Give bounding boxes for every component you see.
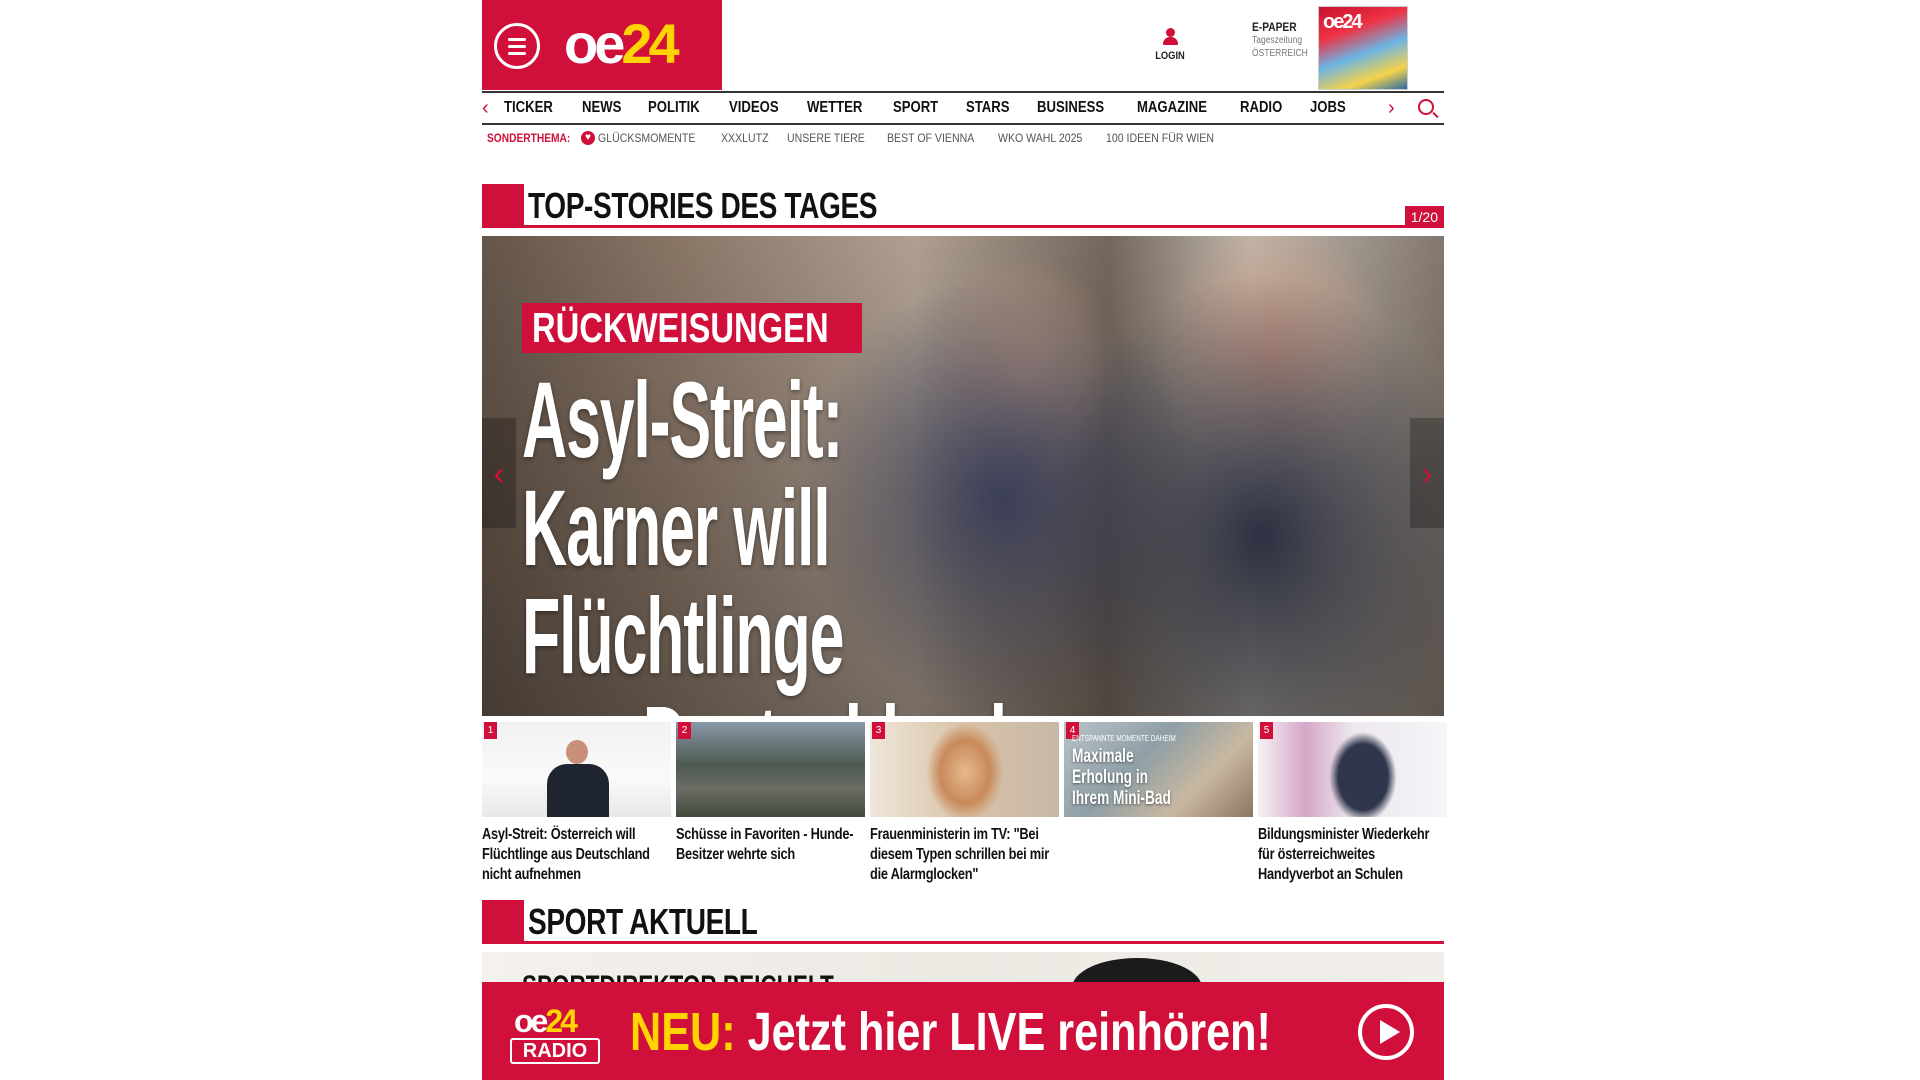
nav-item-magazine[interactable]: MAGAZINE bbox=[1137, 99, 1207, 117]
subnav-label: SONDERTHEMA: bbox=[487, 131, 571, 145]
teaser-number: 1 bbox=[484, 722, 497, 739]
epaper-cover-logo: oe24 bbox=[1323, 11, 1363, 33]
teaser-overlay-kicker: ENTSPANNTE MOMENTE DAHEIM bbox=[1072, 734, 1176, 743]
story-teaser[interactable]: 4 ENTSPANNTE MOMENTE DAHEIM Maximale Erhol… bbox=[1064, 722, 1253, 882]
nav-item-ticker[interactable]: TICKER bbox=[504, 99, 553, 117]
top-stories-teasers: 1 Asyl-Streit: Österreich will Flüchtling… bbox=[482, 722, 1447, 883]
teaser-image: 2 bbox=[676, 722, 865, 817]
slider-prev-icon[interactable]: ‹ bbox=[482, 418, 516, 528]
nav-item-politik[interactable]: POLITIK bbox=[648, 99, 700, 117]
hero-headline[interactable]: Asyl-Streit: Karner will Flüchtlinge aus… bbox=[522, 359, 1102, 717]
subnav-item[interactable]: WKO WAHL 2025 bbox=[998, 131, 1082, 145]
hero-story[interactable]: RÜCKWEISUNGEN Asyl-Streit: Karner will F… bbox=[482, 236, 1444, 716]
radio-logo-sub: RADIO bbox=[510, 1038, 600, 1064]
story-teaser[interactable]: 1 Asyl-Streit: Österreich will Flüchtling… bbox=[482, 722, 671, 883]
menu-icon[interactable] bbox=[494, 23, 540, 69]
teaser-overlay-title: Maximale Erholung in Ihrem Mini-Bad bbox=[1072, 746, 1171, 809]
radio-logo: oe24 RADIO bbox=[510, 1004, 602, 1068]
teaser-number: 5 bbox=[1260, 722, 1273, 739]
site-logo[interactable]: oe24 bbox=[564, 14, 680, 74]
story-teaser[interactable]: 3 Frauenministerin im TV: "Bei diesem Typ… bbox=[870, 722, 1059, 883]
teaser-image: 4 ENTSPANNTE MOMENTE DAHEIM Maximale Erhol… bbox=[1064, 722, 1253, 817]
user-icon bbox=[1163, 28, 1178, 46]
search-icon[interactable] bbox=[1418, 99, 1434, 115]
login-button[interactable]: LOGIN bbox=[1150, 28, 1190, 62]
logo-area: oe24 bbox=[482, 0, 722, 90]
top-stories-heading: TOP-STORIES DES TAGES 1/20 bbox=[482, 184, 1444, 228]
teaser-caption: Asyl-Streit: Österreich will Flüchtlinge… bbox=[482, 826, 650, 883]
radio-logo-text: oe24 bbox=[514, 1003, 578, 1039]
story-teaser[interactable]: 2 Schüsse in Favoriten - Hunde-Besitzer w… bbox=[676, 722, 865, 882]
heading-block bbox=[482, 900, 524, 944]
sub-nav: SONDERTHEMA: ♥ GLÜCKSMOMENTE XXXLUTZ UNSER… bbox=[487, 130, 1241, 146]
subnav-item[interactable]: 100 IDEEN FÜR WIEN bbox=[1106, 131, 1214, 145]
slider-next-icon[interactable]: › bbox=[1410, 418, 1444, 528]
teaser-number: 2 bbox=[678, 722, 691, 739]
nav-item-videos[interactable]: VIDEOS bbox=[729, 99, 779, 117]
hero-headline-line: Karner will Flüchtlinge bbox=[522, 467, 844, 696]
nav-item-wetter[interactable]: WETTER bbox=[807, 99, 862, 117]
nav-item-stars[interactable]: STARS bbox=[966, 99, 1009, 117]
radio-banner-text: NEU: Jetzt hier LIVE reinhören! bbox=[630, 1002, 1271, 1062]
nav-item-jobs[interactable]: JOBS bbox=[1310, 99, 1346, 117]
main-nav: ‹ TICKER NEWS POLITIK VIDEOS WETTER SPORT STAR… bbox=[482, 91, 1444, 125]
teaser-person bbox=[542, 740, 612, 817]
sport-teaser-headline: SPORTDIREKTOR REICHELT bbox=[522, 970, 834, 982]
sport-title: SPORT AKTUELL bbox=[528, 901, 758, 942]
nav-item-news[interactable]: NEWS bbox=[582, 99, 621, 117]
sport-teaser-image bbox=[1072, 958, 1202, 982]
epaper-sub1: Tageszeitung bbox=[1252, 35, 1303, 46]
teaser-image: 5 bbox=[1258, 722, 1447, 817]
nav-item-radio[interactable]: RADIO bbox=[1240, 99, 1282, 117]
epaper-link[interactable]: E-PAPER Tageszeitung ÖSTERREICH bbox=[1252, 21, 1322, 60]
teaser-caption: Bildungsminister Wiederkehr für österrei… bbox=[1258, 826, 1430, 883]
sport-heading: SPORT AKTUELL bbox=[482, 900, 1444, 944]
epaper-title: E-PAPER bbox=[1252, 20, 1297, 34]
teaser-image: 3 bbox=[870, 722, 1059, 817]
nav-scroll-right-icon[interactable]: › bbox=[1388, 97, 1395, 120]
teaser-image: 1 bbox=[482, 722, 671, 817]
hero-headline-line: Asyl-Streit: bbox=[522, 359, 843, 480]
heart-icon: ♥ bbox=[581, 131, 595, 145]
nav-scroll-left-icon[interactable]: ‹ bbox=[482, 97, 489, 120]
site-header: oe24 LOGIN E-PAPER Tageszeitung ÖSTERREI… bbox=[482, 0, 1444, 90]
nav-list: TICKER NEWS POLITIK VIDEOS WETTER SPORT STARS B… bbox=[504, 99, 1371, 117]
subnav-item[interactable]: XXXLUTZ bbox=[721, 131, 769, 145]
slide-counter: 1/20 bbox=[1404, 206, 1444, 228]
sport-teaser[interactable]: SPORTDIREKTOR REICHELT bbox=[482, 952, 1444, 982]
heading-block bbox=[482, 184, 524, 228]
page: oe24 LOGIN E-PAPER Tageszeitung ÖSTERREI… bbox=[482, 0, 1447, 1080]
radio-banner[interactable]: oe24 RADIO NEU: Jetzt hier LIVE reinhöre… bbox=[482, 982, 1444, 1080]
story-teaser[interactable]: 5 Bildungsminister Wiederkehr für österre… bbox=[1258, 722, 1447, 883]
subnav-item[interactable]: UNSERE TIERE bbox=[787, 131, 865, 145]
hero-headline-line: aus Deutschland nicht bbox=[522, 690, 1102, 717]
teaser-number: 3 bbox=[872, 722, 885, 739]
hero-kicker: RÜCKWEISUNGEN bbox=[522, 303, 863, 353]
epaper-cover-image[interactable]: oe24 bbox=[1318, 6, 1408, 90]
play-icon[interactable] bbox=[1358, 1004, 1414, 1060]
teaser-caption: Frauenministerin im TV: "Bei diesem Type… bbox=[870, 826, 1049, 883]
subnav-item[interactable]: GLÜCKSMOMENTE bbox=[598, 131, 695, 145]
top-stories-title: TOP-STORIES DES TAGES bbox=[528, 185, 878, 226]
login-label: LOGIN bbox=[1155, 50, 1185, 62]
nav-item-sport[interactable]: SPORT bbox=[893, 99, 938, 117]
teaser-caption: Schüsse in Favoriten - Hunde-Besitzer we… bbox=[676, 826, 854, 863]
nav-item-business[interactable]: BUSINESS bbox=[1037, 99, 1104, 117]
subnav-item[interactable]: BEST OF VIENNA bbox=[887, 131, 974, 145]
epaper-sub2: ÖSTERREICH bbox=[1252, 48, 1308, 59]
